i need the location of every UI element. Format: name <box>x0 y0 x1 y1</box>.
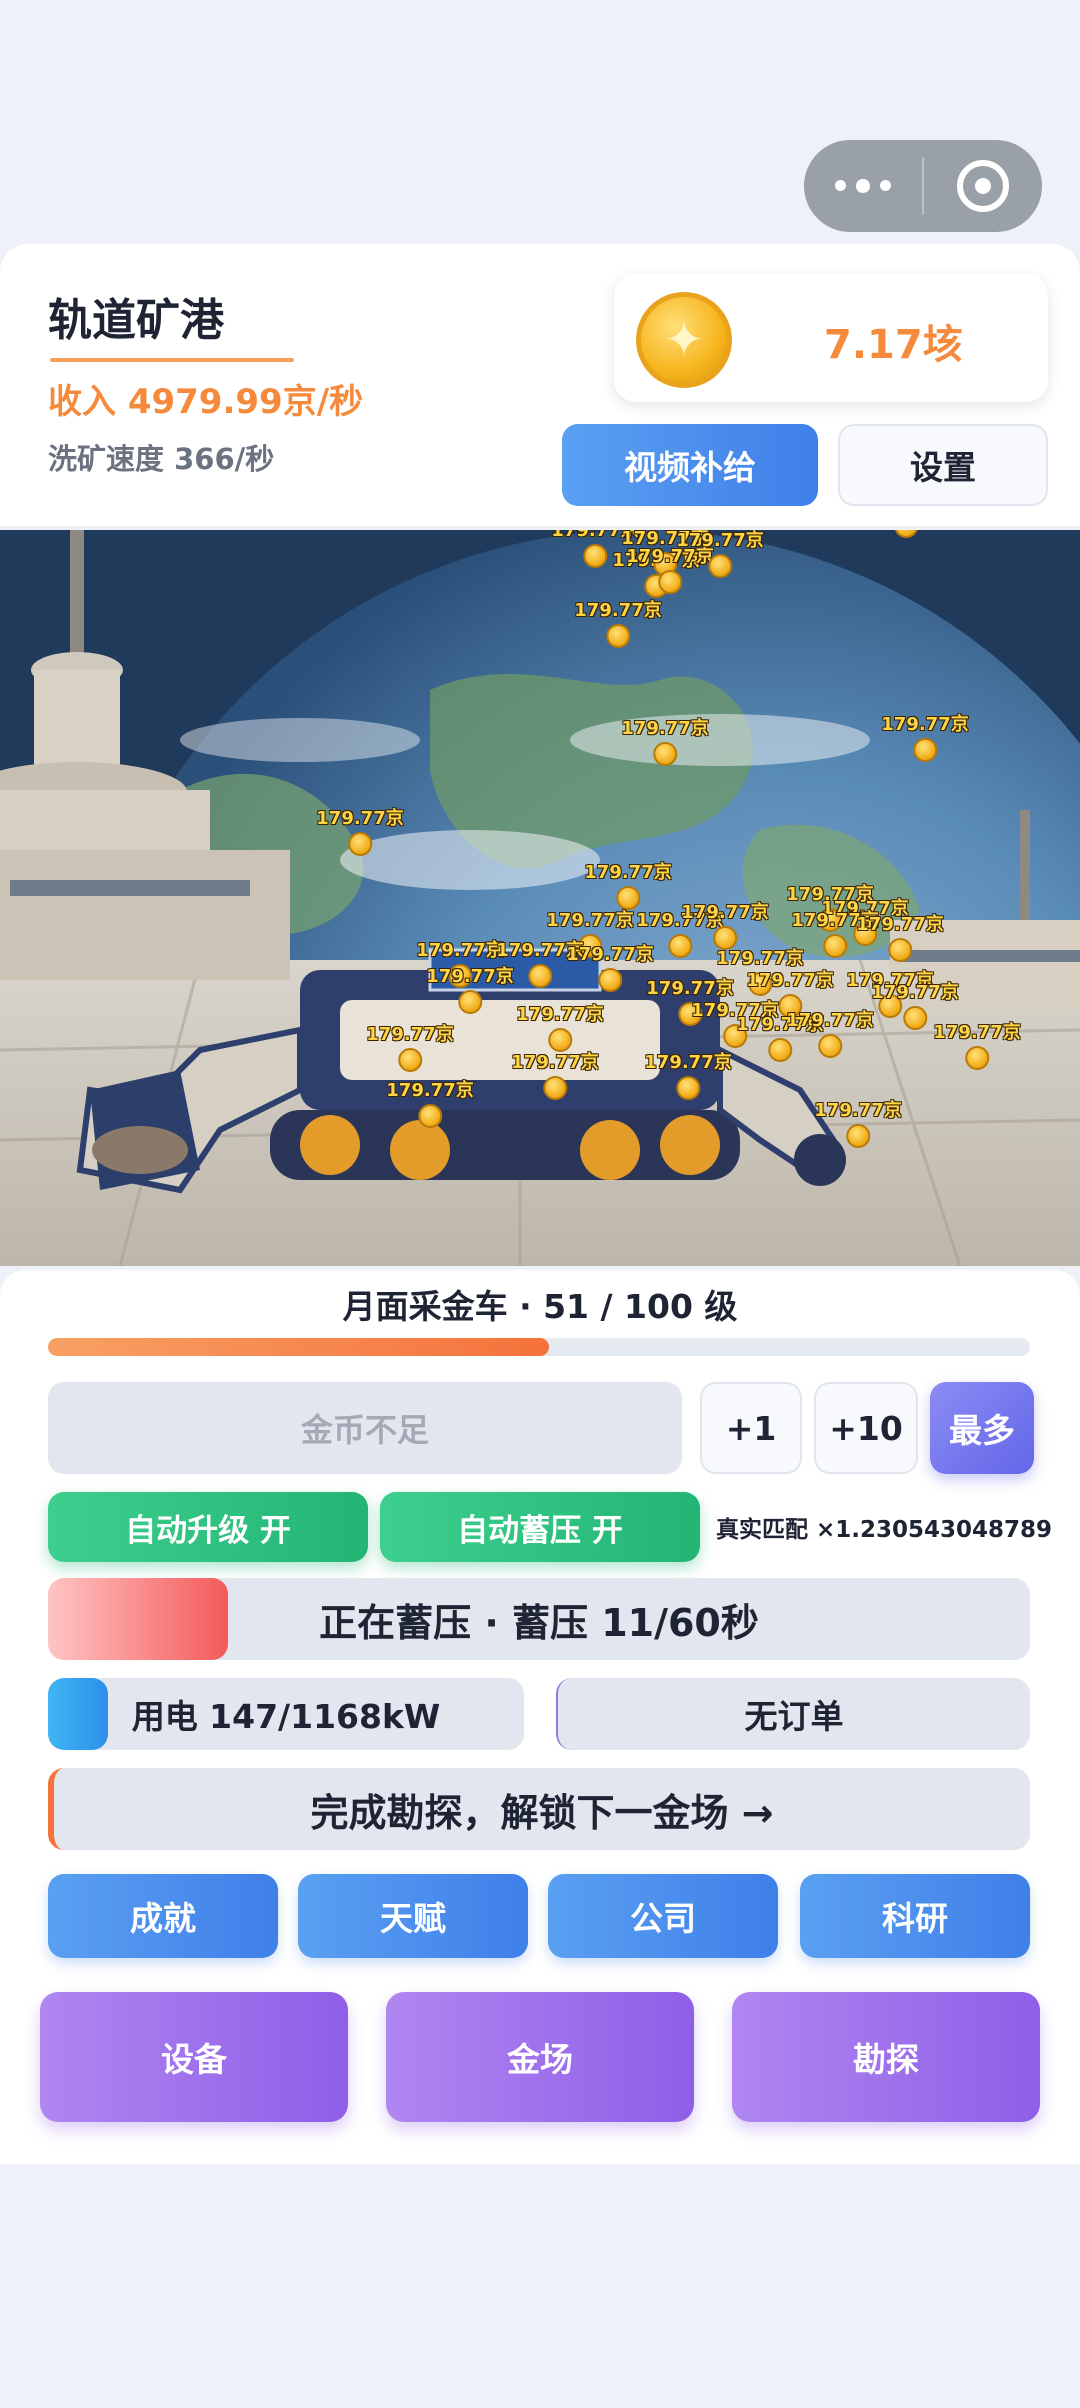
upgrade-button[interactable]: 金币不足 <box>48 1382 682 1474</box>
small-coin-icon <box>708 554 732 578</box>
level-progress-fill <box>48 1338 549 1356</box>
small-coin-icon <box>676 1076 700 1100</box>
page-title: 轨道矿港 <box>48 295 224 346</box>
small-coin-icon <box>583 544 607 568</box>
floating-reward: 179.77京 <box>366 1020 454 1072</box>
plus1-button[interactable]: +1 <box>700 1382 802 1474</box>
header-card: 轨道矿港 收入 4979.99京/秒 洗矿速度 366/秒 ✦ 7.17垓 视频… <box>0 244 1080 526</box>
floating-reward: 179.77京 <box>584 858 672 910</box>
auto-upgrade-toggle[interactable]: 自动升级 开 <box>48 1492 368 1562</box>
small-coin-icon <box>913 738 937 762</box>
floating-reward: 179.77京 <box>644 1048 732 1100</box>
small-coin-icon <box>818 1034 842 1058</box>
small-coin-icon <box>458 990 482 1014</box>
floating-reward: 179.77京 <box>621 714 709 766</box>
video-supply-button[interactable]: 视频补给 <box>562 424 818 506</box>
floating-reward: 179.77京 <box>933 1018 1021 1070</box>
small-coin-icon <box>398 1048 422 1072</box>
small-coin-icon <box>894 530 918 538</box>
research-button[interactable]: 科研 <box>800 1874 1030 1958</box>
vehicle-level: 月面采金车 · 51 / 100 级 <box>342 1287 738 1326</box>
title-underline <box>50 358 294 362</box>
small-coin-icon <box>606 624 630 648</box>
income-text: 收入 4979.99京/秒 <box>48 382 364 422</box>
talents-button[interactable]: 天赋 <box>298 1874 528 1958</box>
app-page: 轨道矿港 收入 4979.99京/秒 洗矿速度 366/秒 ✦ 7.17垓 视频… <box>0 0 1080 2408</box>
floating-reward: 179.77京 <box>676 530 764 578</box>
coin-balance-card: ✦ 7.17垓 <box>614 274 1048 402</box>
charge-progress-fill <box>48 1578 228 1660</box>
floating-reward: 179.77京 <box>862 530 949 538</box>
floating-reward: 179.77京 <box>681 898 769 950</box>
gold-coin-icon: ✦ <box>636 292 732 388</box>
floating-reward: 179.77京 <box>814 1096 902 1148</box>
scene-illustration <box>0 530 1080 1266</box>
power-progress-fill <box>48 1678 108 1750</box>
floating-reward: 179.77京 <box>386 1076 474 1128</box>
small-coin-icon <box>543 1076 567 1100</box>
floating-reward: 179.77京 <box>566 940 654 992</box>
explore-unlock-text: 完成勘探，解锁下一金场 → <box>310 1790 774 1835</box>
exploration-button[interactable]: 勘探 <box>732 1992 1040 2122</box>
achievements-button[interactable]: 成就 <box>48 1874 278 1958</box>
orders-button[interactable]: 无订单 <box>556 1678 1030 1750</box>
floating-reward: 179.77京 <box>786 1006 874 1058</box>
more-icon[interactable] <box>804 178 922 193</box>
coin-amount: 7.17垓 <box>824 322 963 368</box>
small-coin-icon <box>888 938 912 962</box>
plus10-button[interactable]: +10 <box>814 1382 918 1474</box>
floating-reward: 179.77京 <box>426 962 514 1014</box>
floating-reward: 179.77京 <box>856 910 944 962</box>
mining-scene[interactable]: 179.77京 179.77京 179.77京 179.77京 179.77京 179.7… <box>0 530 1080 1266</box>
explore-unlock-button[interactable]: 完成勘探，解锁下一金场 → <box>48 1768 1030 1850</box>
floating-reward: 179.77京 <box>511 1048 599 1100</box>
auto-charge-toggle[interactable]: 自动蓄压 开 <box>380 1492 700 1562</box>
small-coin-icon <box>823 934 847 958</box>
company-button[interactable]: 公司 <box>548 1874 778 1958</box>
orders-text: 无订单 <box>744 1697 844 1736</box>
small-coin-icon <box>653 742 677 766</box>
small-coin-icon <box>418 1104 442 1128</box>
small-coin-icon <box>903 1006 927 1030</box>
equipment-button[interactable]: 设备 <box>40 1992 348 2122</box>
floating-reward: 179.77京 <box>574 596 662 648</box>
floating-reward: 179.77京 <box>316 804 404 856</box>
miniprogram-capsule <box>804 140 1042 232</box>
charge-status-bar[interactable]: 正在蓄压 · 蓄压 11/60秒 <box>48 1578 1030 1660</box>
settings-button[interactable]: 设置 <box>838 424 1048 506</box>
wash-speed-text: 洗矿速度 366/秒 <box>48 442 275 476</box>
floating-reward: 179.77京 <box>516 1000 604 1052</box>
control-panel: 月面采金车 · 51 / 100 级 金币不足 +1 +10 最多 自动升级 开… <box>0 1270 1080 2164</box>
small-coin-icon <box>846 1124 870 1148</box>
small-coin-icon <box>965 1046 989 1070</box>
close-icon[interactable] <box>924 160 1042 212</box>
power-usage-bar: 用电 147/1168kW <box>48 1678 524 1750</box>
small-coin-icon <box>528 964 552 988</box>
floating-reward: 179.77京 <box>881 710 969 762</box>
level-progress-bar <box>48 1338 1030 1356</box>
max-button[interactable]: 最多 <box>930 1382 1034 1474</box>
gold-field-button[interactable]: 金场 <box>386 1992 694 2122</box>
match-multiplier: 真实匹配 ×1.230543048789 <box>716 1517 1053 1543</box>
small-coin-icon <box>598 968 622 992</box>
power-usage-text: 用电 147/1168kW <box>131 1697 441 1736</box>
charge-status-text: 正在蓄压 · 蓄压 11/60秒 <box>319 1600 759 1645</box>
small-coin-icon <box>348 832 372 856</box>
